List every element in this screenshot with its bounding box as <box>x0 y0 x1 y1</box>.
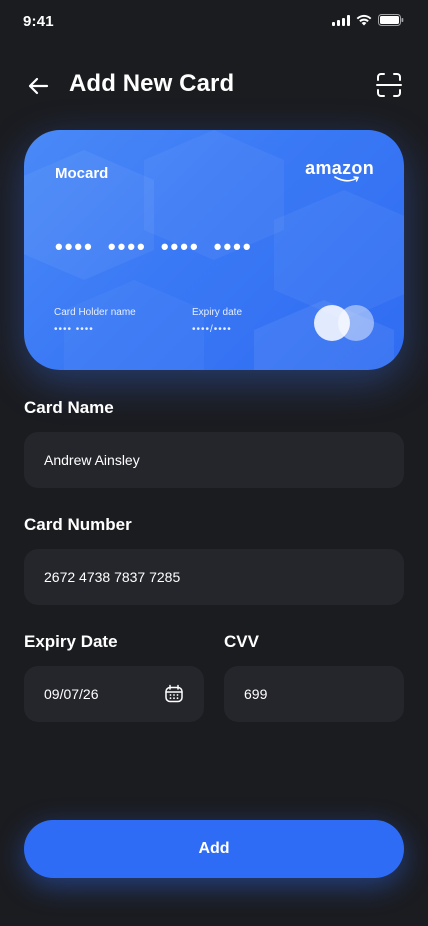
card-brand: Mocard <box>55 165 109 182</box>
scan-icon <box>376 73 402 97</box>
battery-icon <box>378 14 404 26</box>
back-button[interactable] <box>24 72 52 100</box>
arrow-left-icon <box>28 77 49 95</box>
network-circle-right <box>338 305 374 341</box>
status-bar: 9:41 <box>0 0 428 44</box>
expiry-date-field[interactable] <box>24 666 204 722</box>
page-title: Add New Card <box>69 70 235 97</box>
card-holder-value: •••• •••• <box>54 324 94 335</box>
card-number-label: Card Number <box>24 515 132 534</box>
card-number-field[interactable] <box>24 549 404 605</box>
add-button[interactable]: Add <box>24 820 404 878</box>
amazon-smile-icon <box>334 176 360 182</box>
card-network-logo <box>314 305 374 341</box>
card-name-input[interactable] <box>44 452 384 468</box>
cvv-input[interactable] <box>244 686 384 702</box>
card-name-field[interactable] <box>24 432 404 488</box>
card-number-masked: •••• •••• •••• •••• <box>55 234 253 259</box>
cvv-field[interactable] <box>224 666 404 722</box>
header: Add New Card <box>0 60 428 110</box>
card-expiry-label: Expiry date <box>192 307 243 318</box>
status-time: 9:41 <box>23 13 54 30</box>
card-holder-label: Card Holder name <box>54 307 136 318</box>
calendar-icon[interactable] <box>164 684 184 704</box>
card-name-label: Card Name <box>24 398 114 417</box>
expiry-date-label: Expiry Date <box>24 632 118 651</box>
cellular-signal-icon <box>332 14 350 26</box>
card-preview: Mocard amazon •••• •••• •••• •••• Card H… <box>24 130 404 370</box>
expiry-date-input[interactable] <box>44 686 154 702</box>
card-expiry-value: ••••/•••• <box>192 324 232 335</box>
status-icons <box>332 14 404 26</box>
card-number-input[interactable] <box>44 569 384 585</box>
cvv-label: CVV <box>224 632 259 651</box>
wifi-icon <box>356 14 372 26</box>
scan-card-button[interactable] <box>374 70 404 100</box>
